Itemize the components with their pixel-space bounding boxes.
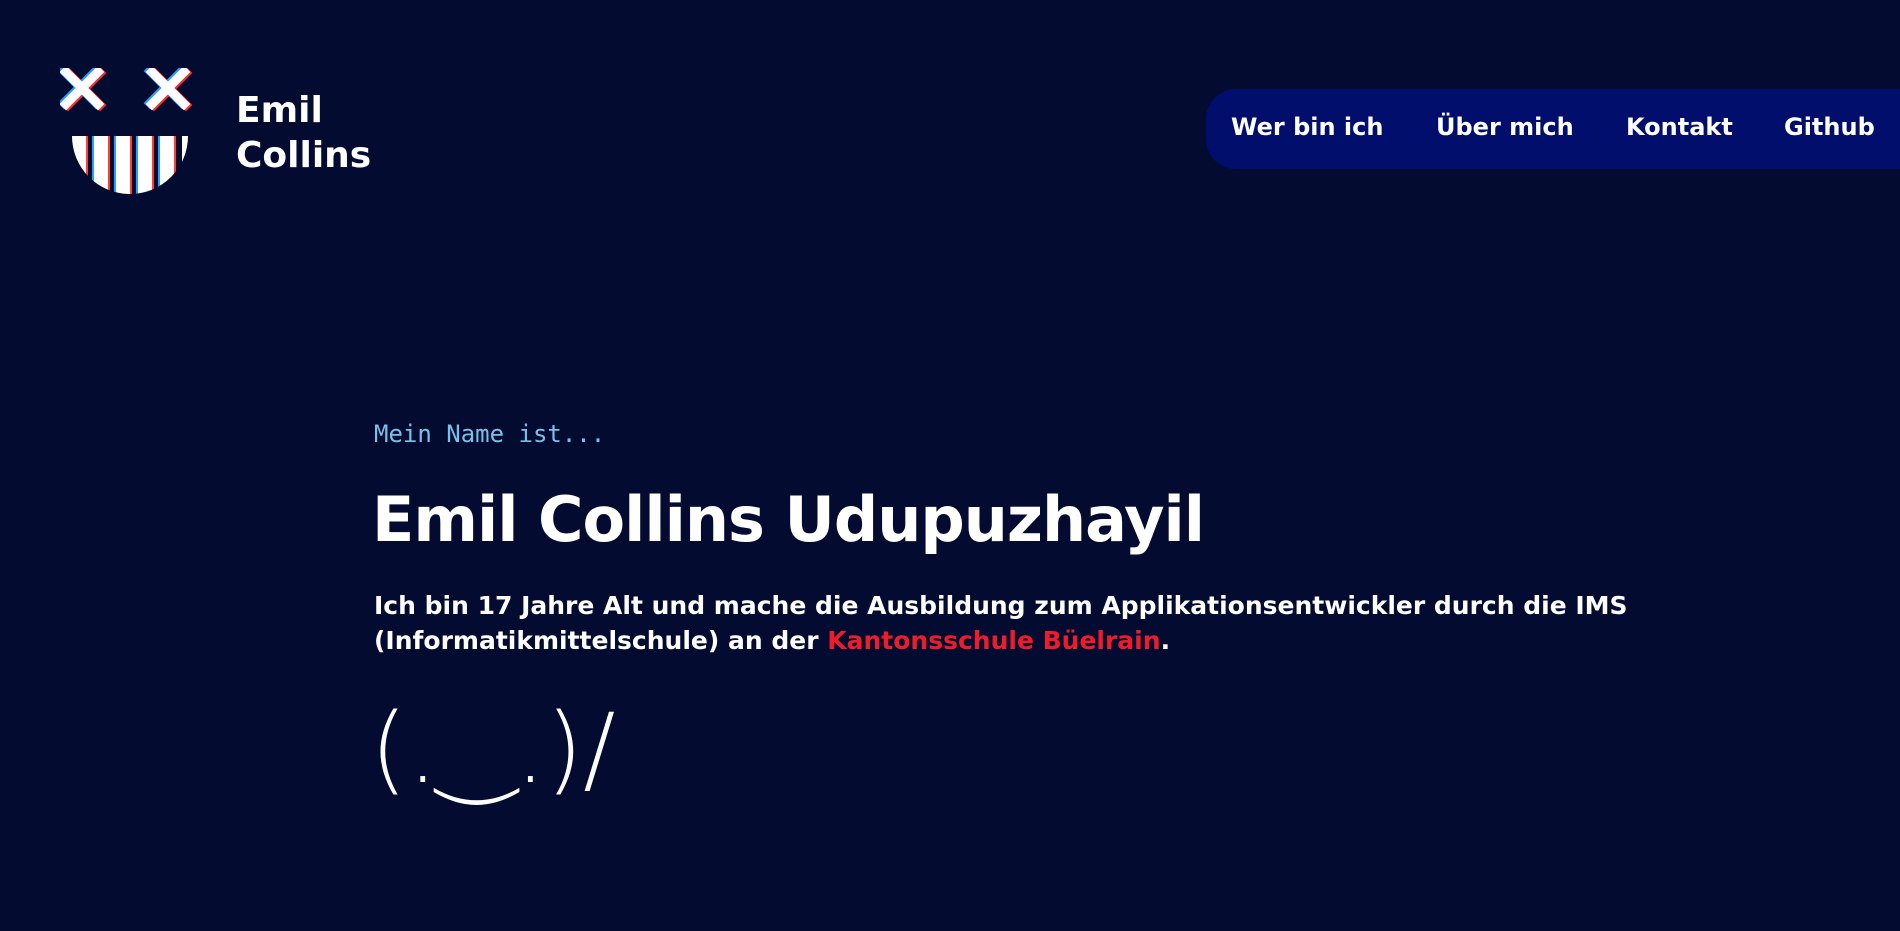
smiley-logo-icon[interactable] bbox=[60, 68, 202, 194]
intro-text: Mein Name ist... bbox=[374, 420, 606, 448]
main-nav: Wer bin ich Über mich Kontakt Github bbox=[1206, 89, 1900, 169]
kantonsschule-link[interactable]: Kantonsschule Büelrain bbox=[827, 626, 1160, 655]
kaomoji-face: (.‿.)/ bbox=[370, 693, 616, 805]
page-title: Emil Collins Udupuzhayil bbox=[372, 483, 1205, 556]
bio-end: . bbox=[1160, 626, 1171, 655]
brand-name[interactable]: Emil Collins bbox=[236, 88, 371, 178]
bio-paragraph: Ich bin 17 Jahre Alt und mache die Ausbi… bbox=[374, 588, 1754, 658]
nav-item-wer-bin-ich[interactable]: Wer bin ich bbox=[1231, 113, 1383, 141]
brand-first-name: Emil bbox=[236, 90, 323, 131]
brand-last-name: Collins bbox=[236, 135, 372, 176]
nav-item-ueber-mich[interactable]: Über mich bbox=[1436, 113, 1574, 141]
nav-item-kontakt[interactable]: Kontakt bbox=[1626, 113, 1733, 141]
nav-item-github[interactable]: Github bbox=[1784, 113, 1875, 141]
